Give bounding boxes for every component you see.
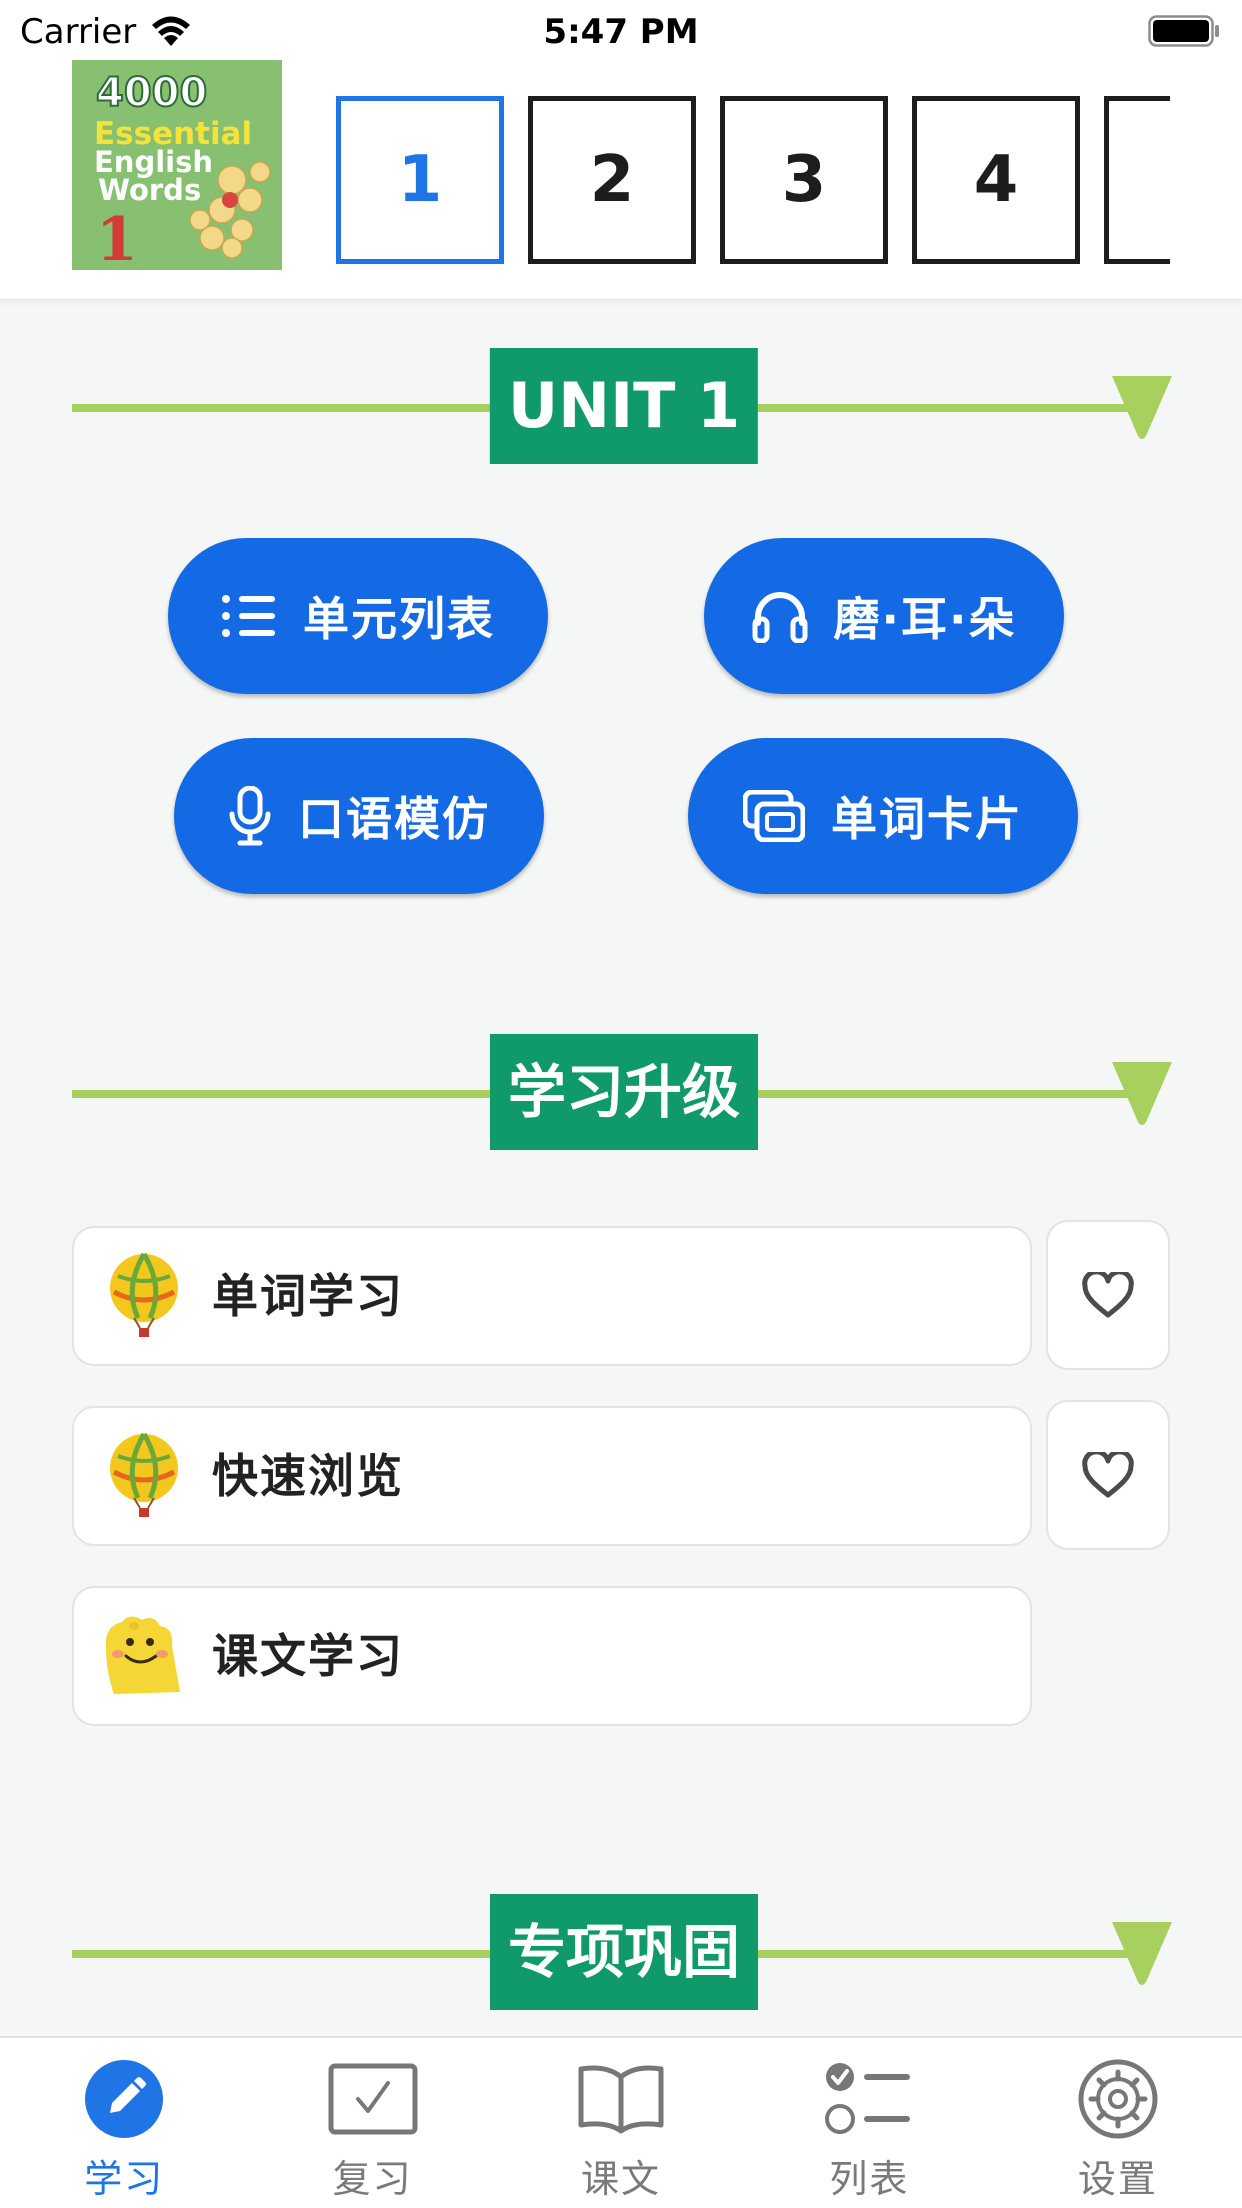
book-icon	[578, 2065, 664, 2134]
unit-tab-3[interactable]: 3	[720, 96, 888, 264]
header: Carrier 5:47 PM 4000 Essential English W…	[0, 0, 1242, 300]
hot-air-balloon-icon	[110, 1252, 178, 1337]
tab-label: 课文	[581, 2157, 662, 2201]
flashcards-button[interactable]: 单词卡片	[688, 738, 1078, 894]
section-title-upgrade: 学习升级	[489, 1034, 759, 1150]
tab-label: 学习	[84, 2157, 165, 2201]
section-special[interactable]: 专项巩固	[72, 1894, 1176, 2014]
tab-label: 复习	[332, 2157, 413, 2201]
unit-tab-1[interactable]: 1	[336, 96, 504, 264]
unit-tab-2[interactable]: 2	[528, 96, 696, 264]
pencil-icon	[85, 2060, 164, 2138]
unit-list-button[interactable]: 单元列表	[168, 538, 548, 694]
tab-list[interactable]: 列表	[745, 2038, 993, 2208]
study-item-label: 单词学习	[212, 1269, 404, 1323]
checkbox-icon	[328, 2063, 418, 2135]
favorite-button[interactable]	[1046, 1220, 1170, 1370]
tab-label: 列表	[829, 2157, 910, 2201]
svg-text:1: 1	[96, 205, 138, 270]
tab-study[interactable]: 学习	[0, 2038, 248, 2208]
tab-label: 设置	[1077, 2157, 1158, 2201]
heart-icon	[1082, 1272, 1134, 1318]
collapse-triangle-icon[interactable]	[1110, 374, 1174, 440]
unit-tab-4[interactable]: 4	[912, 96, 1080, 264]
section-title-special: 专项巩固	[489, 1894, 759, 2010]
collapse-triangle-icon[interactable]	[1110, 1060, 1174, 1126]
gear-icon	[1078, 2059, 1158, 2139]
svg-text:Words: Words	[98, 173, 201, 207]
study-item-label: 课文学习	[212, 1629, 404, 1683]
speaking-label: 口语模仿	[298, 792, 490, 846]
checklist-icon	[825, 2063, 911, 2134]
cards-icon	[743, 790, 805, 842]
study-item-label: 快速浏览	[212, 1449, 404, 1503]
section-title-unit: UNIT 1	[489, 348, 759, 464]
list-icon	[222, 595, 275, 637]
study-item-text-learning[interactable]: 课文学习	[72, 1586, 1032, 1726]
study-item-word-learning[interactable]: 单词学习	[72, 1226, 1032, 1366]
tab-text[interactable]: 课文	[497, 2038, 745, 2208]
battery-icon	[1148, 15, 1219, 47]
microphone-icon	[229, 786, 271, 846]
tab-bar: 学习 复习 课文 列表 设置	[0, 2036, 1242, 2208]
unit-list-label: 单元列表	[303, 592, 495, 646]
book-cover-art: 4000 Essential English Words 1	[72, 60, 282, 275]
flashcards-label: 单词卡片	[831, 792, 1023, 846]
section-unit[interactable]: UNIT 1	[72, 348, 1176, 468]
collapse-triangle-icon[interactable]	[1110, 1920, 1174, 1986]
section-upgrade[interactable]: 学习升级	[72, 1034, 1176, 1154]
heart-icon	[1082, 1452, 1134, 1498]
unit-tab-5[interactable]	[1104, 96, 1170, 264]
ears-label: 磨·耳·朵	[833, 592, 1017, 646]
study-item-quick-browse[interactable]: 快速浏览	[72, 1406, 1032, 1546]
favorite-button[interactable]	[1046, 1400, 1170, 1550]
unit-selector[interactable]: 1 2 3 4	[336, 96, 1170, 264]
status-time: 5:47 PM	[543, 12, 699, 52]
tab-settings[interactable]: 设置	[994, 2038, 1242, 2208]
ears-button[interactable]: 磨·耳·朵	[704, 538, 1064, 694]
headphones-icon	[752, 592, 808, 643]
svg-text:4000: 4000	[96, 70, 207, 116]
smiley-paw-icon	[105, 1616, 180, 1694]
hot-air-balloon-icon	[110, 1432, 178, 1517]
tab-review[interactable]: 复习	[248, 2038, 496, 2208]
book-cover[interactable]: 4000 Essential English Words 1	[72, 60, 282, 275]
speaking-button[interactable]: 口语模仿	[174, 738, 544, 894]
